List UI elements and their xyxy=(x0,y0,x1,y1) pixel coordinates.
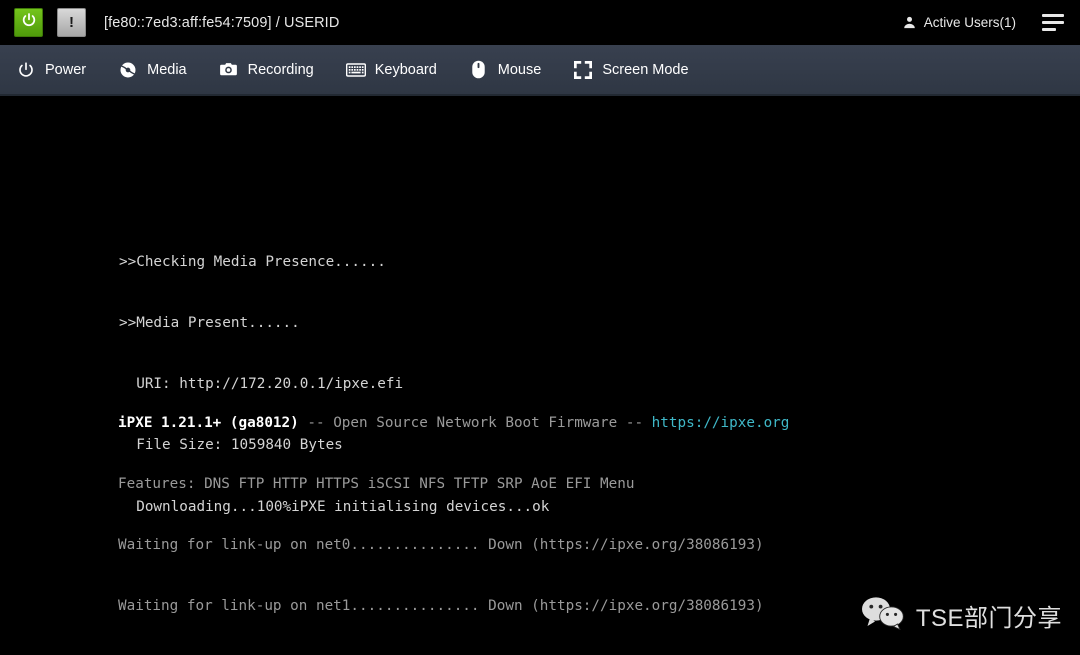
console-line: Waiting for link-up on net0.............… xyxy=(118,535,789,555)
active-users-label: Active Users(1) xyxy=(924,15,1016,30)
toolbar-item-keyboard[interactable]: Keyboard xyxy=(330,45,453,94)
ipxe-url-link[interactable]: https://ipxe.org xyxy=(652,415,790,431)
alert-exclamation-icon: ! xyxy=(69,15,74,30)
toolbar-item-label: Keyboard xyxy=(375,62,437,78)
toolbar-item-recording[interactable]: Recording xyxy=(203,45,330,94)
hamburger-line xyxy=(1042,28,1056,31)
active-users-button[interactable]: Active Users(1) xyxy=(902,15,1016,30)
toolbar-item-mouse[interactable]: Mouse xyxy=(453,45,558,94)
toolbar-item-screen-mode[interactable]: Screen Mode xyxy=(557,45,704,94)
header-right-group: Active Users(1) xyxy=(902,14,1080,31)
ipxe-boot-output: iPXE 1.21.1+ (ga8012) -- Open Source Net… xyxy=(118,372,789,655)
header-bar: ! [fe80::7ed3:aff:fe54:7509] / USERID Ac… xyxy=(0,0,1080,45)
toolbar-item-media[interactable]: Media xyxy=(102,45,203,94)
mouse-icon xyxy=(469,60,489,80)
console-line: Waiting for link-up on net1.............… xyxy=(118,596,789,616)
toolbar-item-power[interactable]: Power xyxy=(0,45,102,94)
toolbar-item-label: Screen Mode xyxy=(602,62,688,78)
toolbar-item-label: Media xyxy=(147,62,187,78)
toolbar-item-label: Power xyxy=(45,62,86,78)
power-status-button[interactable] xyxy=(14,8,43,37)
console-line: >>Media Present...... xyxy=(119,313,549,333)
main-toolbar: Power Media Recording xyxy=(0,45,1080,96)
power-icon xyxy=(16,60,36,80)
user-icon xyxy=(902,15,917,30)
host-address-label: [fe80::7ed3:aff:fe54:7509] / USERID xyxy=(104,15,339,31)
ipxe-version: iPXE 1.21.1+ (ga8012) xyxy=(118,415,299,431)
console-line: >>Checking Media Presence...... xyxy=(119,252,549,272)
watermark: TSE部门分享 xyxy=(861,596,1062,635)
hamburger-menu-icon[interactable] xyxy=(1042,14,1064,31)
hamburger-line xyxy=(1042,14,1064,17)
toolbar-item-label: Mouse xyxy=(498,62,542,78)
camera-icon xyxy=(219,60,239,80)
watermark-text: TSE部门分享 xyxy=(916,598,1062,633)
ipxe-banner-line: iPXE 1.21.1+ (ga8012) -- Open Source Net… xyxy=(118,413,789,433)
power-icon xyxy=(21,12,37,33)
keyboard-icon xyxy=(346,60,366,80)
ipxe-features-line: Features: DNS FTP HTTP HTTPS iSCSI NFS T… xyxy=(118,474,789,494)
wechat-icon xyxy=(861,596,907,635)
disc-icon xyxy=(118,60,138,80)
ipxe-tagline: -- Open Source Network Boot Firmware -- xyxy=(299,415,652,431)
alert-button[interactable]: ! xyxy=(57,8,86,37)
toolbar-item-label: Recording xyxy=(248,62,314,78)
remote-console-screen[interactable]: >>Checking Media Presence...... >>Media … xyxy=(0,98,1080,655)
hamburger-line xyxy=(1042,21,1064,24)
fullscreen-icon xyxy=(573,60,593,80)
